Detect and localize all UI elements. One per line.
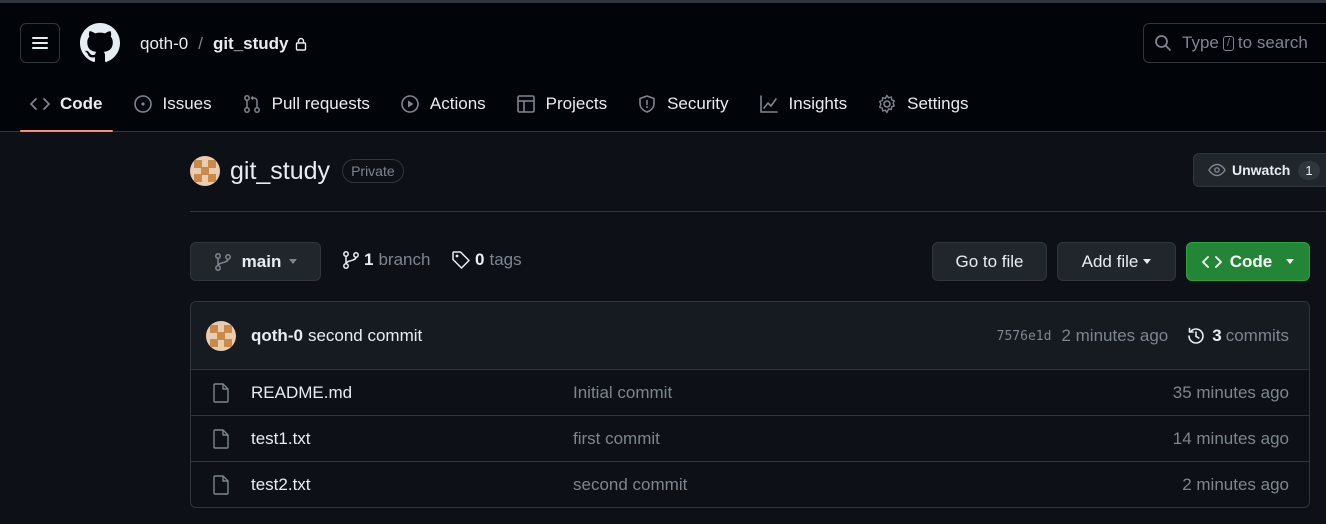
unwatch-button[interactable]: Unwatch 1 <box>1193 153 1326 187</box>
menu-button[interactable] <box>20 23 60 63</box>
tab-label: Issues <box>162 94 212 113</box>
breadcrumb-repo-link[interactable]: git_study <box>213 34 289 54</box>
commit-count: 3 <box>1212 326 1222 345</box>
git-branch-icon <box>214 252 231 271</box>
tab-pull-requests[interactable]: Pull requests <box>232 83 380 125</box>
repo-name-link[interactable]: git_study <box>230 157 330 186</box>
add-file-button[interactable]: Add file <box>1057 242 1176 281</box>
commit-sha-link[interactable]: 7576e1d <box>997 329 1052 344</box>
tab-label: Security <box>667 94 729 113</box>
commit-history-link[interactable]: 3 commits <box>1186 326 1289 346</box>
code-icon <box>30 98 50 110</box>
github-logo-icon[interactable] <box>80 23 120 63</box>
tab-code[interactable]: Code <box>20 83 113 132</box>
branch-name: main <box>241 251 282 271</box>
code-dropdown-button[interactable]: Code <box>1186 242 1310 281</box>
file-row[interactable]: README.md Initial commit 35 minutes ago <box>191 370 1309 416</box>
tab-label: Settings <box>907 94 969 113</box>
avatar[interactable] <box>206 320 236 351</box>
graph-icon <box>759 95 778 113</box>
tab-label: Pull requests <box>271 94 370 113</box>
tab-label: Code <box>60 94 103 113</box>
search-placeholder-suffix: to search <box>1237 33 1308 52</box>
commit-author-link[interactable]: qoth-0 <box>251 326 303 346</box>
play-icon <box>401 95 419 113</box>
branch-select-button[interactable]: main <box>190 242 321 281</box>
breadcrumb-separator: / <box>198 34 203 53</box>
commit-age: 2 minutes ago <box>1061 326 1169 345</box>
hamburger-icon <box>32 37 48 49</box>
tag-count: 0 <box>475 250 485 269</box>
search-input[interactable]: Type / to search <box>1143 23 1326 63</box>
lock-icon <box>295 37 307 51</box>
tab-label: Actions <box>429 94 486 113</box>
file-name-link[interactable]: README.md <box>251 383 352 403</box>
file-icon <box>213 429 229 449</box>
repo-title: git_study Private <box>190 156 404 186</box>
tab-label: Projects <box>545 94 608 113</box>
latest-commit-bar: qoth-0 second commit 7576e1d 2 minutes a… <box>191 302 1309 370</box>
file-icon <box>213 383 229 403</box>
file-commit-message-link[interactable]: first commit <box>573 429 660 449</box>
tab-issues[interactable]: Issues <box>123 83 222 125</box>
search-placeholder-prefix: Type <box>1182 33 1219 52</box>
chevron-down-icon <box>1143 259 1152 264</box>
breadcrumb: qoth-0 / git_study <box>140 33 307 55</box>
code-icon <box>1201 255 1222 268</box>
avatar[interactable] <box>190 156 220 186</box>
tab-label: Insights <box>788 94 848 113</box>
table-icon <box>516 95 535 113</box>
file-commit-message-link[interactable]: second commit <box>573 475 687 495</box>
history-icon <box>1188 327 1205 344</box>
branches-link[interactable]: 1 branch <box>342 250 430 270</box>
git-branch-icon <box>343 251 359 269</box>
chevron-down-icon <box>289 259 298 264</box>
visibility-badge: Private <box>342 159 404 183</box>
file-name-link[interactable]: test1.txt <box>251 429 311 449</box>
commit-count-label: commits <box>1225 326 1289 345</box>
tags-link[interactable]: 0 tags <box>451 250 522 270</box>
tag-count-label: tags <box>489 250 522 269</box>
issue-opened-icon <box>133 95 152 113</box>
search-icon <box>1155 35 1171 51</box>
search-shortcut-key: / <box>1222 35 1234 51</box>
file-name-link[interactable]: test2.txt <box>251 475 311 495</box>
file-row[interactable]: test2.txt second commit 2 minutes ago <box>191 462 1309 507</box>
tag-icon <box>452 251 470 269</box>
tab-projects[interactable]: Projects <box>506 83 617 125</box>
branch-count-label: branch <box>378 250 431 269</box>
repo-tabs: Code Issues Pull requests Actions Projec… <box>20 83 989 132</box>
file-commit-age: 14 minutes ago <box>1172 428 1289 448</box>
global-header: qoth-0 / git_study Type / to search Code <box>0 3 1326 132</box>
branch-count: 1 <box>364 250 374 269</box>
code-button-label: Code <box>1229 251 1273 271</box>
eye-icon <box>1208 163 1226 177</box>
tab-security[interactable]: Security <box>627 83 738 125</box>
tab-insights[interactable]: Insights <box>749 83 858 125</box>
section-divider <box>190 211 1326 212</box>
go-to-file-button[interactable]: Go to file <box>932 242 1047 281</box>
commit-message-link[interactable]: second commit <box>308 326 422 346</box>
file-browser: qoth-0 second commit 7576e1d 2 minutes a… <box>190 301 1310 508</box>
tab-settings[interactable]: Settings <box>867 83 978 125</box>
watcher-count: 1 <box>1298 160 1320 180</box>
file-commit-age: 2 minutes ago <box>1182 475 1289 494</box>
go-to-file-label: Go to file <box>955 251 1024 271</box>
file-commit-age: 35 minutes ago <box>1172 382 1289 402</box>
file-icon <box>213 475 229 495</box>
commit-meta: 7576e1d 2 minutes ago 3 commits <box>997 302 1289 370</box>
unwatch-label: Unwatch <box>1232 162 1291 178</box>
add-file-label: Add file <box>1081 251 1139 271</box>
git-pull-request-icon <box>243 95 260 113</box>
gear-icon <box>879 94 896 114</box>
breadcrumb-owner-link[interactable]: qoth-0 <box>140 34 188 54</box>
tab-actions[interactable]: Actions <box>390 83 496 125</box>
file-commit-message-link[interactable]: Initial commit <box>573 383 672 403</box>
shield-icon <box>639 95 655 113</box>
chevron-down-icon <box>1286 259 1295 264</box>
file-row[interactable]: test1.txt first commit 14 minutes ago <box>191 416 1309 462</box>
